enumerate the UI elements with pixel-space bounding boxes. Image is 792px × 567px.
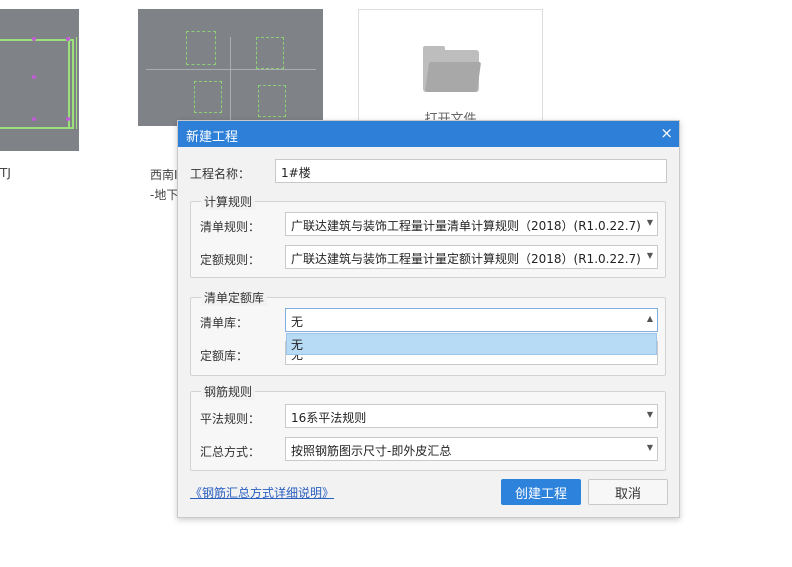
- dialog-titlebar[interactable]: 新建工程 ×: [178, 121, 679, 147]
- chevron-down-icon: ▼: [646, 251, 653, 260]
- quota-rule-label: 定额规则：: [200, 253, 261, 267]
- chevron-down-icon: ▼: [646, 218, 653, 227]
- thumbnail-drawing-shape: [256, 37, 284, 69]
- bill-lib-value: 无: [291, 315, 304, 329]
- bill-rule-value: 广联达建筑与装饰工程量计量清单计算规则（2018）(R1.0.22.7): [291, 219, 641, 233]
- calc-rules-title: 计算规则: [201, 193, 256, 210]
- dialog-title: 新建工程: [186, 130, 239, 145]
- flat-rule-value: 16系平法规则: [291, 411, 367, 425]
- bill-rule-select[interactable]: 广联达建筑与装饰工程量计量清单计算规则（2018）(R1.0.22.7) ▼: [285, 212, 658, 236]
- close-icon[interactable]: ×: [660, 124, 673, 142]
- open-file-tile[interactable]: 打开文件: [358, 9, 543, 127]
- bill-lib-select[interactable]: 无 ▲: [285, 308, 658, 332]
- project-caption-2-line2: -地下: [150, 188, 179, 202]
- thumbnail-grid-line: [230, 37, 231, 122]
- thumbnail-drawing-line: [68, 37, 77, 129]
- flat-rule-label: 平法规则：: [200, 412, 261, 426]
- project-thumbnail-2[interactable]: [138, 9, 323, 126]
- thumbnail-point: [66, 37, 70, 41]
- chevron-up-icon: ▲: [646, 314, 653, 323]
- project-caption-1: TJ: [0, 166, 11, 180]
- chevron-down-icon: ▼: [646, 443, 653, 452]
- cancel-button[interactable]: 取消: [588, 479, 668, 505]
- thumbnail-grid-line: [146, 69, 316, 70]
- thumbnail-drawing-shape: [186, 31, 216, 65]
- summary-method-label: 汇总方式：: [200, 445, 261, 459]
- thumbnail-drawing-shape: [194, 81, 222, 113]
- thumbnail-drawing-frame: [0, 39, 74, 129]
- bill-lib-label: 清单库：: [200, 316, 249, 330]
- dropdown-option[interactable]: 无: [287, 334, 656, 354]
- rebar-rules-title: 钢筋规则: [201, 383, 256, 400]
- thumbnail-point: [66, 117, 70, 121]
- quota-rule-value: 广联达建筑与装饰工程量计量定额计算规则（2018）(R1.0.22.7): [291, 252, 641, 266]
- project-name-input[interactable]: 1#楼: [275, 159, 667, 183]
- summary-method-value: 按照钢筋图示尺寸-即外皮汇总: [291, 444, 452, 458]
- thumbnail-point: [32, 117, 36, 121]
- bill-rule-label: 清单规则：: [200, 220, 261, 234]
- project-thumbnail-1[interactable]: [0, 9, 79, 151]
- new-project-dialog: 新建工程 × 工程名称： 1#楼 计算规则 清单规则： 广联达建筑与装饰工程量计…: [177, 120, 680, 518]
- thumbnail-drawing-shape: [258, 85, 286, 117]
- quota-rule-select[interactable]: 广联达建筑与装饰工程量计量定额计算规则（2018）(R1.0.22.7) ▼: [285, 245, 658, 269]
- flat-rule-select[interactable]: 16系平法规则 ▼: [285, 404, 658, 428]
- library-title: 清单定额库: [201, 289, 268, 306]
- project-caption-2: 西南I: [150, 168, 178, 182]
- create-project-button[interactable]: 创建工程: [501, 479, 581, 505]
- folder-icon-front: [424, 62, 482, 92]
- rebar-summary-help-link[interactable]: 《钢筋汇总方式详细说明》: [190, 484, 334, 501]
- chevron-down-icon: ▼: [646, 410, 653, 419]
- project-name-label: 工程名称：: [190, 167, 251, 181]
- thumbnail-point: [32, 37, 36, 41]
- bill-lib-dropdown: 无: [286, 333, 657, 355]
- quota-lib-label: 定额库：: [200, 349, 249, 363]
- thumbnail-point: [32, 75, 36, 79]
- summary-method-select[interactable]: 按照钢筋图示尺寸-即外皮汇总 ▼: [285, 437, 658, 461]
